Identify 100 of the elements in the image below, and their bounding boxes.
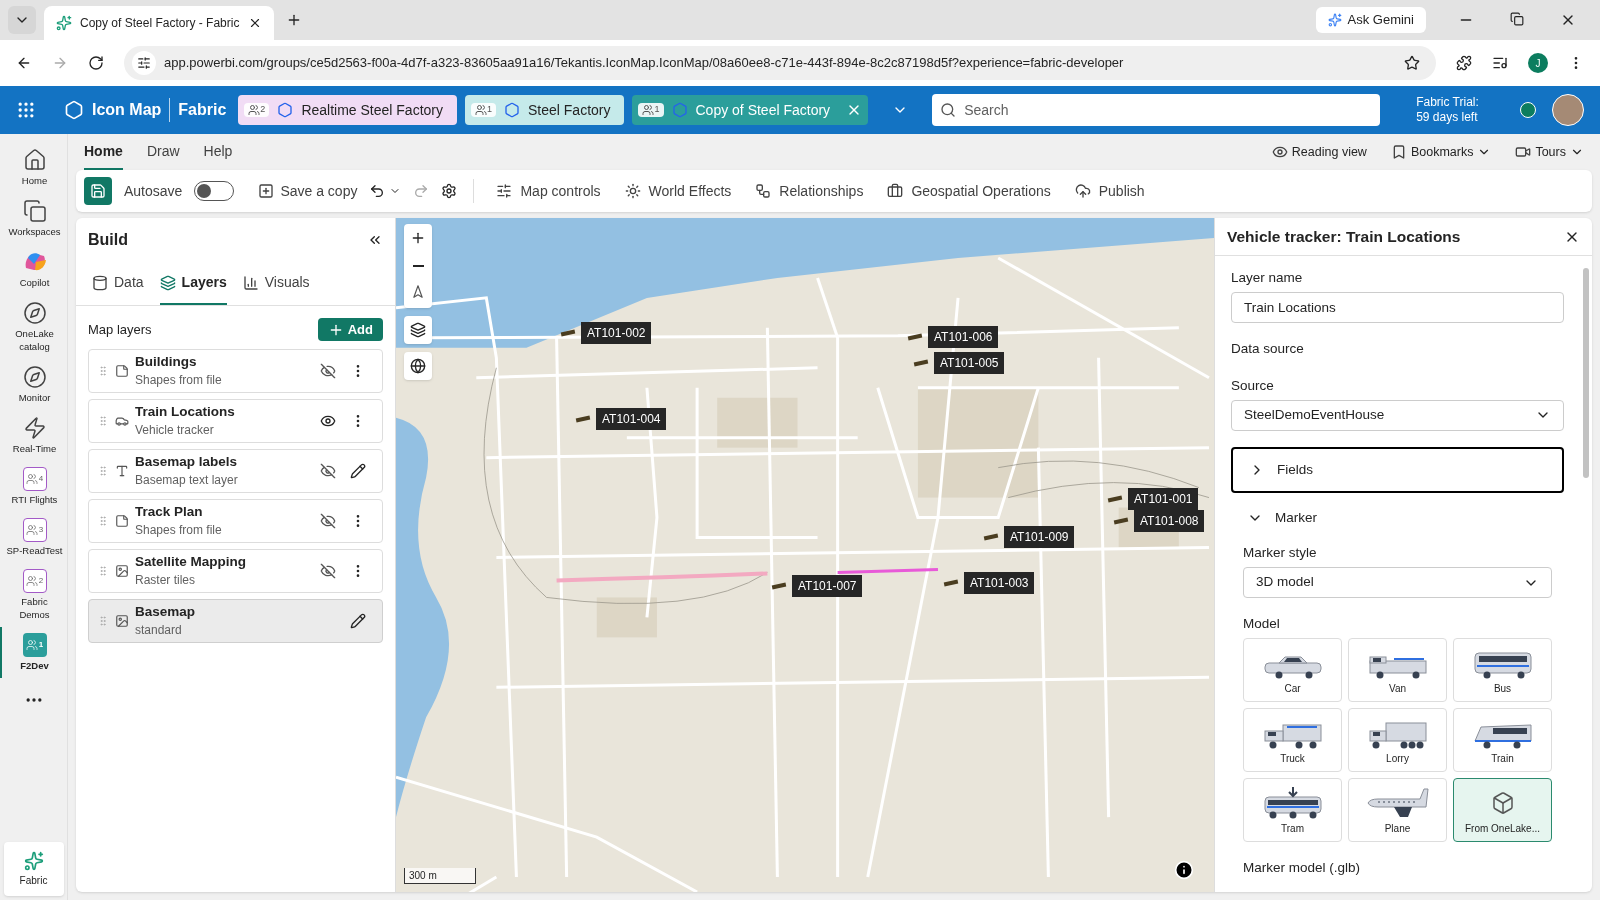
toolbar-button[interactable]: World Effects [618, 180, 738, 202]
tab-list-button[interactable] [8, 6, 36, 34]
source-dropdown[interactable]: SteelDemoEventHouse [1231, 399, 1564, 431]
site-settings-icon[interactable] [137, 56, 151, 70]
drag-handle-icon[interactable] [97, 365, 109, 377]
train-marker[interactable] [575, 415, 591, 423]
browser-tab[interactable]: Copy of Steel Factory - Fabric [44, 6, 274, 40]
close-icon[interactable] [248, 16, 262, 30]
eye-crossed-icon[interactable] [320, 513, 336, 529]
nav-item[interactable]: Workspaces [0, 193, 67, 244]
workspace-tab[interactable]: 2 Realtime Steel Factory [238, 95, 457, 125]
train-marker[interactable] [1107, 495, 1123, 503]
view-button[interactable]: Bookmarks [1390, 142, 1492, 162]
fields-section[interactable]: Fields [1231, 446, 1564, 493]
layer-name-field[interactable]: Train Locations [1231, 292, 1564, 324]
settings-icon[interactable] [441, 183, 458, 199]
model-option[interactable]: Truck [1243, 708, 1342, 773]
toolbar-button[interactable]: Map controls [490, 180, 607, 202]
restore-icon[interactable] [1510, 12, 1524, 26]
app-launcher-icon[interactable] [16, 100, 36, 120]
nav-item[interactable]: Real-Time [0, 410, 67, 461]
back-icon[interactable] [16, 55, 32, 71]
nav-item[interactable]: 2 Fabric Demos [0, 563, 67, 627]
toolbar-button[interactable]: Publish [1068, 180, 1151, 202]
eye-crossed-icon[interactable] [320, 363, 336, 379]
nav-item[interactable]: Copilot [0, 244, 67, 295]
nav-item[interactable]: 3 SP-ReadTest [0, 512, 67, 563]
info-icon[interactable] [1174, 860, 1194, 880]
drag-handle-icon[interactable] [97, 615, 109, 627]
model-option[interactable]: Tram [1243, 778, 1342, 843]
train-marker[interactable] [771, 582, 787, 590]
nav-item[interactable]: 4 RTI Flights [0, 461, 67, 512]
edit-icon[interactable] [350, 613, 366, 629]
ask-gemini-button[interactable]: Ask Gemini [1315, 7, 1426, 33]
eye-icon[interactable] [320, 413, 336, 429]
panel-tab[interactable]: Layers [159, 262, 227, 305]
view-button[interactable]: Reading view [1271, 142, 1367, 162]
workspace-tab[interactable]: 1 Copy of Steel Factory [632, 95, 869, 125]
drag-handle-icon[interactable] [97, 415, 109, 427]
map-view[interactable]: AT101-002 AT101-006 AT101-005 AT101-004 AT101-001 AT101-008 AT101-009 AT101-007 AT101-003 300 m [396, 218, 1214, 892]
model-option[interactable]: Train [1453, 708, 1552, 773]
layers-button[interactable] [404, 316, 432, 344]
save-button[interactable] [84, 177, 112, 205]
drag-handle-icon[interactable] [97, 515, 109, 527]
model-option[interactable]: Bus [1453, 638, 1552, 703]
ribbon-tab[interactable]: Draw [146, 134, 180, 170]
model-option[interactable]: From OneLake... [1453, 778, 1552, 843]
save-copy-button[interactable]: Save a copy [258, 180, 358, 202]
layer-item[interactable]: Track Plan Shapes from file [88, 499, 383, 543]
product-name: Fabric [178, 100, 227, 120]
layer-item[interactable]: Basemap labels Basemap text layer [88, 449, 383, 493]
eye-crossed-icon[interactable] [320, 463, 336, 479]
fabric-switcher[interactable]: Fabric [3, 842, 64, 896]
marker-style-dropdown[interactable]: 3D model [1243, 567, 1552, 598]
layer-item[interactable]: Buildings Shapes from file [88, 349, 383, 393]
nav-item[interactable]: Monitor [0, 359, 67, 410]
reload-icon[interactable] [88, 55, 104, 71]
add-button[interactable]: Add [317, 318, 383, 341]
globe-button[interactable] [404, 352, 432, 380]
scroll-thumb[interactable] [1583, 268, 1589, 478]
train-marker[interactable] [983, 533, 999, 541]
train-marker[interactable] [943, 579, 959, 587]
train-marker[interactable] [907, 333, 923, 341]
view-button[interactable]: Tours [1515, 142, 1584, 162]
edit-icon[interactable] [350, 463, 366, 479]
user-avatar[interactable] [1552, 94, 1584, 126]
media-icon[interactable] [1492, 55, 1508, 71]
layer-item[interactable]: Basemap standard [88, 599, 383, 643]
extensions-icon[interactable] [1456, 55, 1472, 71]
marker-section[interactable]: Marker [1231, 496, 1564, 539]
model-option[interactable]: Lorry [1348, 708, 1447, 773]
workspace-tab[interactable]: 1 Steel Factory [465, 95, 625, 125]
train-marker[interactable] [560, 329, 576, 337]
train-marker[interactable] [913, 359, 929, 367]
eye-crossed-icon[interactable] [320, 563, 336, 579]
layer-item[interactable]: Satellite Mapping Raster tiles [88, 549, 383, 593]
shape-icon [115, 364, 129, 378]
model-option[interactable]: Car [1243, 638, 1342, 703]
toolbar-button[interactable]: Geospatial Operations [881, 180, 1057, 202]
model-option[interactable]: Plane [1348, 778, 1447, 843]
panel-title: Vehicle tracker: Train Locations [1227, 226, 1461, 247]
new-tab-icon[interactable] [286, 12, 302, 28]
panel-tab[interactable]: Data [92, 262, 144, 305]
nav-item[interactable]: Home [0, 142, 67, 193]
train-marker[interactable] [1113, 517, 1129, 525]
undo-icon[interactable] [369, 183, 386, 199]
panel-tab[interactable]: Visuals [242, 262, 310, 305]
address-bar[interactable]: app.powerbi.com/groups/ce5d2563-f00a-4d7f-a323-83605aa91a16/Tekantis.IconMap.IconMap/08a60ee8-c71e-443f-894e-8c2c87198d5f?experience=fabric-developer [124, 46, 1436, 80]
model-option[interactable]: Van [1348, 638, 1447, 703]
marker-label: AT101-008 [1134, 510, 1205, 532]
bookmark-star-icon[interactable] [1404, 55, 1420, 71]
toolbar-button[interactable]: Relationships [749, 180, 870, 202]
drag-handle-icon[interactable] [97, 565, 109, 577]
search-field[interactable]: Search [932, 94, 1381, 126]
ribbon-tab[interactable]: Help [203, 134, 233, 170]
nav-item[interactable]: 1 F2Dev [0, 627, 67, 678]
layer-item[interactable]: Train Locations Vehicle tracker [88, 399, 383, 443]
profile-avatar[interactable]: J [1528, 53, 1548, 73]
drag-handle-icon[interactable] [97, 465, 109, 477]
nav-item[interactable]: OneLake catalog [0, 295, 67, 359]
